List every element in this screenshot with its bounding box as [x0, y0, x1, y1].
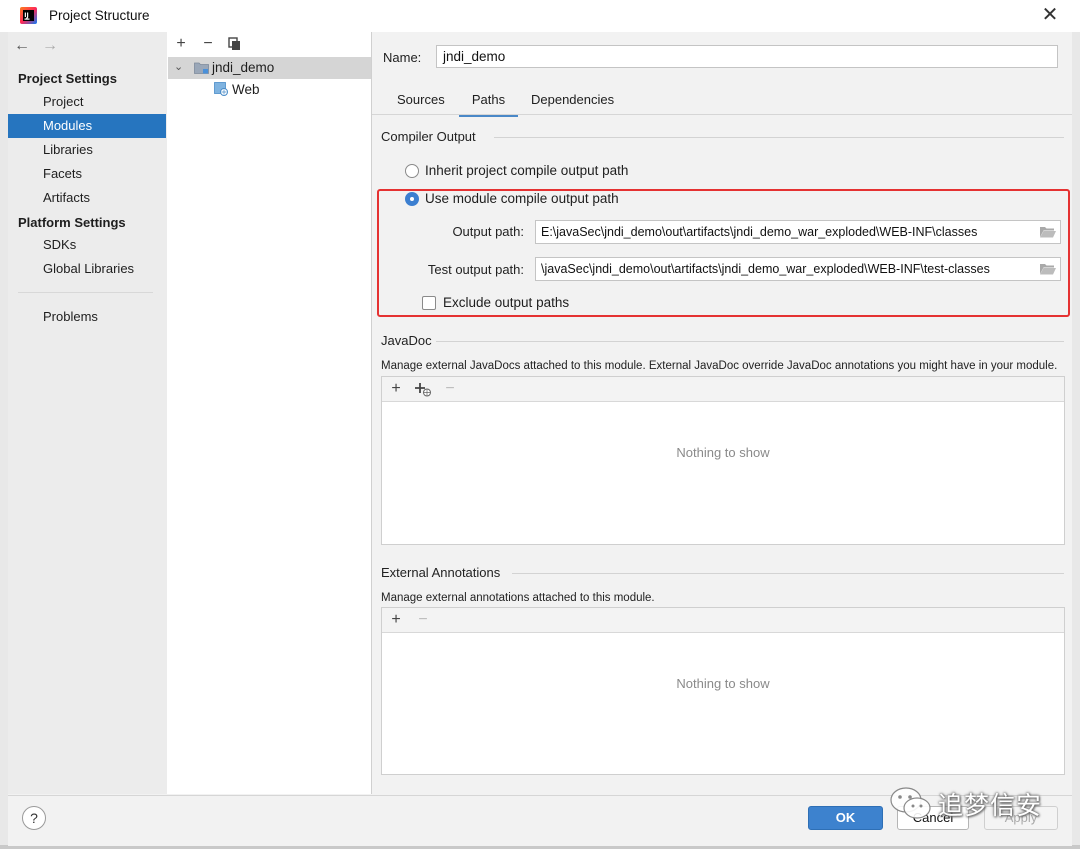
- module-folder-icon: [194, 62, 209, 74]
- name-label: Name:: [383, 50, 422, 65]
- help-button[interactable]: ?: [22, 806, 46, 830]
- javadoc-title: JavaDoc: [381, 333, 432, 348]
- javadoc-toolbar: [382, 377, 1064, 402]
- tab-sources[interactable]: Sources: [397, 92, 445, 114]
- background-window-edge-right: [1072, 30, 1080, 845]
- sidebar-item-artifacts[interactable]: Artifacts: [8, 186, 166, 210]
- annotations-description: Manage external annotations attached to …: [381, 592, 655, 604]
- sidebar-item-sdks[interactable]: SDKs: [8, 233, 166, 257]
- sidebar-divider: [18, 292, 153, 293]
- background-window-edge-left: [0, 30, 8, 845]
- tabs-divider: [372, 114, 1072, 115]
- inherit-output-radio[interactable]: [405, 164, 419, 178]
- module-name-input[interactable]: jndi_demo: [436, 45, 1058, 68]
- sidebar-item-global-libraries[interactable]: Global Libraries: [8, 257, 166, 281]
- window-title: Project Structure: [49, 8, 150, 23]
- compiler-output-title: Compiler Output: [381, 129, 476, 144]
- title-bar: [0, 0, 1080, 32]
- sidebar-item-libraries[interactable]: Libraries: [8, 138, 166, 162]
- module-tree-panel: [167, 32, 372, 794]
- web-facet-icon: [214, 82, 228, 96]
- annotations-title: External Annotations: [381, 565, 501, 580]
- sidebar-item-facets[interactable]: Facets: [8, 162, 166, 186]
- close-icon[interactable]: ✕: [1038, 3, 1062, 27]
- chevron-down-icon[interactable]: ⌄: [174, 60, 183, 73]
- javadoc-divider: [436, 341, 1064, 342]
- wechat-logo-icon: [890, 787, 931, 819]
- intellij-logo-icon: IJ: [20, 7, 37, 24]
- tab-dependencies[interactable]: Dependencies: [531, 92, 614, 114]
- add-javadoc-icon[interactable]: +: [387, 380, 405, 398]
- add-from-url-icon[interactable]: [414, 381, 432, 397]
- copy-icon[interactable]: [228, 37, 242, 51]
- inherit-output-label[interactable]: Inherit project compile output path: [425, 163, 628, 178]
- tree-item-web[interactable]: Web: [232, 82, 260, 97]
- remove-annotation-icon[interactable]: −: [414, 611, 432, 629]
- add-annotation-icon[interactable]: +: [387, 611, 405, 629]
- sidebar-header-platform-settings: Platform Settings: [18, 215, 126, 230]
- ok-button[interactable]: OK: [808, 806, 883, 830]
- annotations-toolbar: [382, 608, 1064, 633]
- highlight-annotation-box: [377, 189, 1070, 317]
- sidebar-header-project-settings: Project Settings: [18, 71, 117, 86]
- forward-arrow-icon[interactable]: →: [40, 37, 60, 55]
- annotations-divider: [512, 573, 1064, 574]
- sidebar-item-modules[interactable]: Modules: [8, 114, 166, 138]
- annotations-empty-text: Nothing to show: [676, 676, 770, 691]
- tree-item-module[interactable]: jndi_demo: [212, 60, 274, 75]
- sidebar-item-problems[interactable]: Problems: [8, 305, 166, 329]
- watermark-text: 追梦信安: [938, 791, 1043, 820]
- javadoc-description: Manage external JavaDocs attached to thi…: [381, 360, 1058, 372]
- remove-icon[interactable]: −: [198, 35, 218, 53]
- remove-javadoc-icon[interactable]: −: [441, 380, 459, 398]
- javadoc-empty-text: Nothing to show: [676, 445, 770, 460]
- compiler-output-divider: [494, 137, 1064, 138]
- add-icon[interactable]: +: [171, 35, 191, 53]
- back-arrow-icon[interactable]: ←: [12, 37, 32, 55]
- svg-text:IJ: IJ: [24, 12, 28, 19]
- sidebar-item-project[interactable]: Project: [8, 90, 166, 114]
